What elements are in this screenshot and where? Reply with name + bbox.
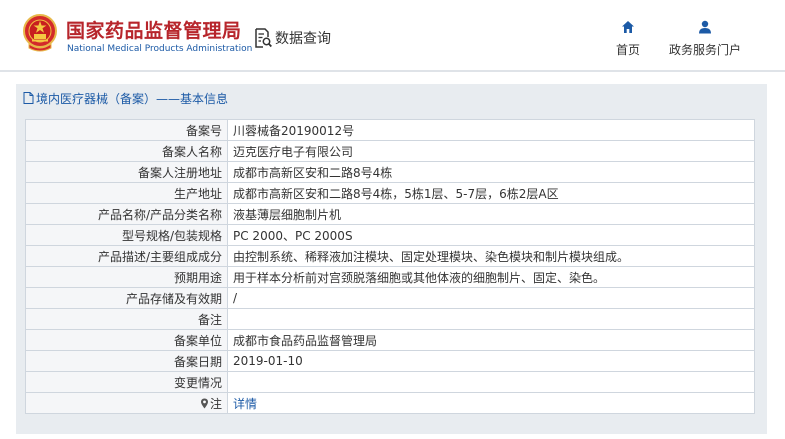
field-label: 变更情况 — [25, 371, 228, 393]
field-value: 由控制系统、稀释液加注模块、固定处理模块、染色模块和制片模块组成。 — [227, 245, 755, 267]
field-label: 生产地址 — [25, 182, 228, 204]
home-icon — [622, 21, 634, 33]
document-search-icon — [255, 28, 272, 48]
detail-link[interactable]: 详情 — [233, 397, 257, 411]
field-value: 用于样本分析前对宫颈脱落细胞或其他体液的细胞制片、固定、染色。 — [227, 266, 755, 288]
panel-title: 境内医疗器械（备案）——基本信息 — [16, 84, 767, 112]
table-row: 生产地址 成都市高新区安和二路8号4栋，5栋1层、5-7层，6栋2层A区 — [25, 182, 755, 204]
field-value: 迈克医疗电子有限公司 — [227, 140, 755, 162]
field-label: 备案人名称 — [25, 140, 228, 162]
record-table: 备案号 川蓉械备20190012号 备案人名称 迈克医疗电子有限公司 备案人注册地址 成都… — [25, 119, 755, 414]
field-label: 型号规格/包装规格 — [25, 224, 228, 246]
pin-icon — [200, 398, 208, 408]
national-emblem-icon — [23, 14, 57, 52]
table-row: 产品名称/产品分类名称 液基薄层细胞制片机 — [25, 203, 755, 225]
table-row: 备案单位 成都市食品药品监督管理局 — [25, 329, 755, 351]
table-row: 备案人名称 迈克医疗电子有限公司 — [25, 140, 755, 162]
detail-cell: 详情 — [227, 392, 755, 414]
field-label: 产品描述/主要组成成分 — [25, 245, 228, 267]
table-row: 注详情 — [25, 392, 755, 414]
field-value: 成都市高新区安和二路8号4栋，5栋1层、5-7层，6栋2层A区 — [227, 182, 755, 204]
field-label: 备案号 — [25, 119, 228, 141]
table-row: 型号规格/包装规格 PC 2000、PC 2000S — [25, 224, 755, 246]
table-row: 备案日期 2019-01-10 — [25, 350, 755, 372]
field-value: 川蓉械备20190012号 — [227, 119, 755, 141]
table-row: 产品存储及有效期 / — [25, 287, 755, 309]
table-row: 备注 — [25, 308, 755, 330]
document-icon — [23, 92, 34, 104]
header-divider — [0, 70, 785, 72]
org-name-en: National Medical Products Administration — [67, 44, 253, 54]
field-value — [227, 308, 755, 330]
record-panel: 境内医疗器械（备案）——基本信息 备案号 川蓉械备20190012号 备案人名称 迈克… — [16, 84, 767, 434]
nav-home-label: 首页 — [616, 43, 641, 57]
field-label: 备案人注册地址 — [25, 161, 228, 183]
nav-home[interactable]: 首页 — [616, 20, 640, 58]
field-label: 预期用途 — [25, 266, 228, 288]
field-value: 成都市高新区安和二路8号4栋 — [227, 161, 755, 183]
field-value: PC 2000、PC 2000S — [227, 224, 755, 246]
table-row: 产品描述/主要组成成分 由控制系统、稀释液加注模块、固定处理模块、染色模块和制片模… — [25, 245, 755, 267]
field-label: 备案单位 — [25, 329, 228, 351]
data-query-link[interactable]: 数据查询 — [254, 27, 331, 49]
field-label: 产品名称/产品分类名称 — [25, 203, 228, 225]
data-query-label: 数据查询 — [275, 31, 331, 47]
note-label: 注 — [209, 396, 222, 411]
nav-service-portal[interactable]: 政务服务门户 — [669, 20, 741, 58]
table-row: 预期用途 用于样本分析前对宫颈脱落细胞或其他体液的细胞制片、固定、染色。 — [25, 266, 755, 288]
field-value: 成都市食品药品监督管理局 — [227, 329, 755, 351]
table-row: 备案人注册地址 成都市高新区安和二路8号4栋 — [25, 161, 755, 183]
field-value — [227, 371, 755, 393]
table-row: 备案号 川蓉械备20190012号 — [25, 119, 755, 141]
site-header: 国家药品监督管理局 National Medical Products Admi… — [0, 0, 785, 72]
field-value: 2019-01-10 — [227, 350, 755, 372]
field-label: 产品存储及有效期 — [25, 287, 228, 309]
note-label-cell: 注 — [25, 392, 228, 414]
org-name-cn: 国家药品监督管理局 — [66, 20, 242, 42]
field-value: 液基薄层细胞制片机 — [227, 203, 755, 225]
nav-service-label: 政务服务门户 — [669, 43, 742, 57]
table-row: 变更情况 — [25, 371, 755, 393]
field-value: / — [227, 287, 755, 309]
field-label: 备案日期 — [25, 350, 228, 372]
panel-title-text: 境内医疗器械（备案）——基本信息 — [36, 91, 229, 106]
user-icon — [699, 20, 711, 34]
field-label: 备注 — [25, 308, 228, 330]
